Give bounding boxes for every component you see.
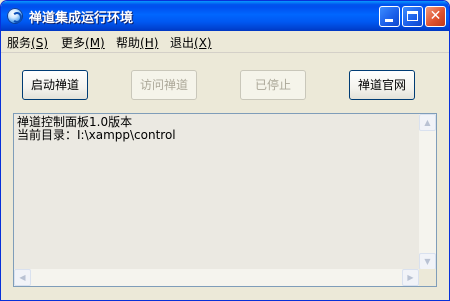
scroll-left-icon[interactable]: ◀ bbox=[14, 269, 31, 286]
scroll-right-icon[interactable]: ▶ bbox=[402, 269, 419, 286]
console-line: 当前目录：I:\xampp\control bbox=[17, 128, 176, 142]
close-icon: ✕ bbox=[429, 8, 442, 24]
window-title: 禅道集成运行环境 bbox=[29, 11, 134, 26]
horizontal-scrollbar[interactable]: ◀ ▶ bbox=[14, 269, 419, 286]
menu-help[interactable]: 帮助(H) bbox=[116, 34, 158, 51]
scroll-down-icon[interactable]: ▼ bbox=[419, 253, 436, 270]
start-zentao-button[interactable]: 启动禅道 bbox=[22, 70, 88, 100]
minimize-icon bbox=[385, 19, 393, 22]
minimize-button[interactable] bbox=[379, 6, 400, 27]
stopped-button[interactable]: 已停止 bbox=[240, 70, 306, 100]
maximize-button[interactable] bbox=[402, 6, 423, 27]
vertical-scrollbar[interactable]: ▲ ▼ bbox=[419, 114, 436, 270]
maximize-icon bbox=[407, 11, 418, 21]
scrollbar-corner bbox=[419, 269, 436, 286]
visit-zentao-button[interactable]: 访问禅道 bbox=[131, 70, 197, 100]
menu-more[interactable]: 更多(M) bbox=[61, 34, 105, 51]
app-icon[interactable] bbox=[7, 8, 23, 24]
menu-exit[interactable]: 退出(X) bbox=[170, 34, 212, 51]
close-button[interactable]: ✕ bbox=[425, 6, 446, 27]
console-output[interactable]: 禅道控制面板1.0版本 当前目录：I:\xampp\control ▲ ▼ ◀ ▶ bbox=[13, 113, 437, 287]
console-text: 禅道控制面板1.0版本 当前目录：I:\xampp\control bbox=[17, 116, 176, 142]
menu-bar: 服务(S) 更多(M) 帮助(H) 退出(X) bbox=[1, 31, 449, 53]
title-bar[interactable]: 禅道集成运行环境 ✕ bbox=[1, 1, 449, 31]
scroll-up-icon[interactable]: ▲ bbox=[419, 114, 436, 131]
zentao-website-button[interactable]: 禅道官网 bbox=[349, 70, 415, 100]
app-window: 禅道集成运行环境 ✕ 服务(S) 更多(M) 帮助(H) 退出(X) 启动禅道 … bbox=[0, 0, 450, 301]
menu-service[interactable]: 服务(S) bbox=[7, 34, 48, 51]
